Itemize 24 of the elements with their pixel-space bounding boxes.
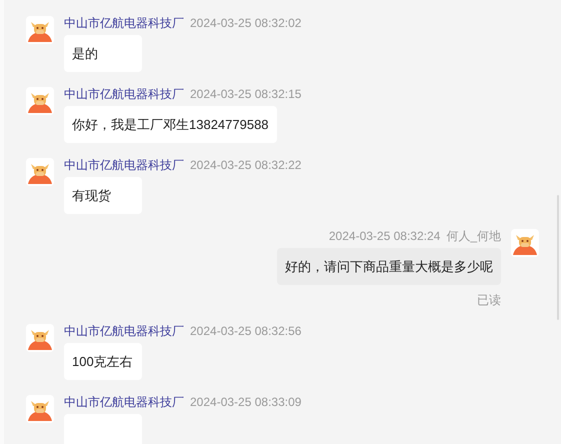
message-bubble: 好的，请问下商品重量大概是多少呢 [277,248,501,285]
bull-avatar-icon [26,16,54,44]
timestamp: 2024-03-25 08:33:09 [190,394,302,411]
message-bubble: 你好，我是工厂邓生13824779588 [64,106,277,143]
timestamp: 2024-03-25 08:32:56 [190,323,302,340]
timestamp: 2024-03-25 08:32:02 [190,15,302,32]
sender-name: 中山市亿航电器科技厂 [64,394,184,411]
timestamp: 2024-03-25 08:32:24 [328,228,440,245]
read-status: 已读 [477,292,501,309]
sender-name: 中山市亿航电器科技厂 [64,323,184,340]
bull-avatar-icon [26,87,54,115]
message-bubble: 是的 [64,35,142,72]
sender-name: 中山市亿航电器科技厂 [64,157,184,174]
bull-avatar-icon [26,395,54,423]
bull-avatar-icon [511,229,539,257]
message-bubble: 有现货 [64,177,142,214]
timestamp: 2024-03-25 08:32:15 [190,86,302,103]
sender-name: 中山市亿航电器科技厂 [64,86,184,103]
sender-name: 何人_何地 [446,228,501,245]
bull-avatar-icon [26,158,54,186]
sender-name: 中山市亿航电器科技厂 [64,15,184,32]
timestamp: 2024-03-25 08:32:22 [190,157,302,174]
message-bubble: 100克左右 [64,343,142,380]
bull-avatar-icon [26,324,54,352]
